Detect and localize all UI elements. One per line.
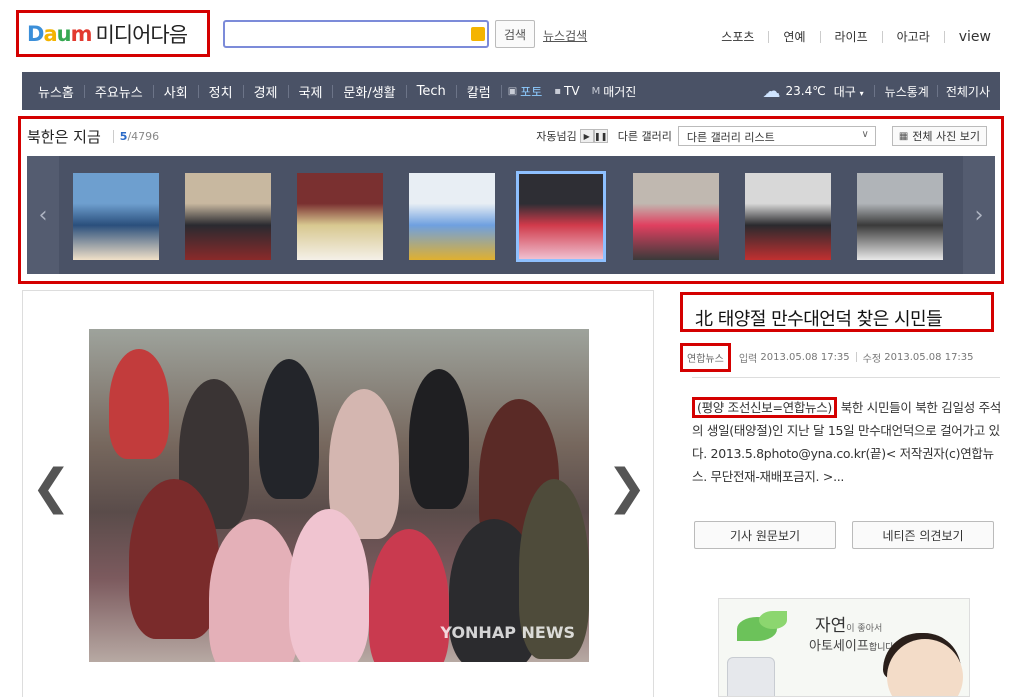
article-meta: 연합뉴스 입력 2013.05.08 17:35 수정 2013.05.08 1… — [680, 342, 1000, 372]
gallery-thumbnail[interactable] — [743, 171, 833, 262]
article-byline: (평양 조선신보=연합뉴스) — [692, 397, 838, 418]
view-original-button[interactable]: 기사 원문보기 — [694, 521, 836, 549]
nav-sub-photo[interactable]: ▣ 포토 — [502, 83, 549, 100]
news-stats-link[interactable]: 뉴스통계 — [885, 83, 929, 100]
weather-city[interactable]: 대구 ▾ — [834, 83, 864, 100]
grid-icon: ▦ — [898, 130, 909, 142]
header: Daum 미디어다음 검색 뉴스검색 스포츠 연예 라이프 아고라 view — [0, 0, 1017, 70]
top-link-life[interactable]: 라이프 — [835, 28, 868, 45]
photo-panel: ❮ YONHAP NEWS ❯ — [22, 290, 654, 697]
netizen-comments-button[interactable]: 네티즌 의견보기 — [852, 521, 994, 549]
magazine-icon: M — [591, 85, 601, 97]
gallery-thumbnail[interactable] — [516, 171, 606, 262]
other-gallery-label: 다른 갤러리 — [617, 130, 672, 143]
nav-item-top-news[interactable]: 주요뉴스 — [85, 82, 153, 101]
logo-media-text: 미디어다음 — [95, 22, 188, 47]
ad-title: 자연이 좋아서 — [815, 616, 883, 636]
chevron-down-icon: ▾ — [859, 88, 864, 98]
modified-time: 2013.05.08 17:35 — [884, 351, 974, 363]
article-title: 北 태양절 만수대언덕 찾은 시민들 — [680, 292, 994, 332]
advertisement[interactable]: 자연이 좋아서 아토세이프합니다 — [718, 598, 970, 697]
top-link-view[interactable]: view — [959, 29, 991, 45]
strip-next-arrow[interactable]: › — [963, 156, 995, 274]
nav-item-economy[interactable]: 경제 — [244, 82, 288, 101]
photo-watermark: YONHAP NEWS — [440, 623, 575, 642]
search-button[interactable]: 검색 — [495, 20, 535, 48]
chevron-down-icon: ∨ — [861, 129, 869, 140]
nav-item-society[interactable]: 사회 — [154, 82, 198, 101]
gallery-thumbnail[interactable] — [631, 171, 721, 262]
gallery-counter: 5/4796 — [112, 129, 159, 143]
nav-sub-magazine[interactable]: M 매거진 — [586, 83, 643, 100]
press-name[interactable]: 연합뉴스 — [680, 342, 731, 372]
nav-item-news-home[interactable]: 뉴스홈 — [28, 82, 84, 101]
modified-label: 수정 — [862, 353, 882, 365]
all-articles-link[interactable]: 전체기사 — [946, 83, 990, 100]
leaf-icon — [759, 611, 787, 629]
category-nav: 뉴스홈 주요뉴스 사회 정치 경제 국제 문화/생활 Tech 칼럼 ▣ 포토 … — [22, 72, 1000, 110]
nav-sub-tv[interactable]: ▪ TV — [548, 84, 585, 98]
top-link-sports[interactable]: 스포츠 — [721, 28, 754, 45]
nav-item-tech[interactable]: Tech — [407, 84, 456, 99]
top-link-entertainment[interactable]: 연예 — [783, 28, 805, 45]
gallery-header: 북한은 지금 5/4796 자동넘김 ▶ ❚❚ 다른 갤러리 다른 갤러리 리스… — [21, 119, 1001, 153]
nav-item-column[interactable]: 칼럼 — [457, 82, 501, 101]
news-search-link[interactable]: 뉴스검색 — [543, 27, 587, 44]
weather-temp: 23.4℃ — [785, 84, 826, 98]
photo-next-arrow[interactable]: ❯ — [607, 459, 647, 515]
camera-icon: ▣ — [507, 85, 518, 97]
nav-item-culture[interactable]: 문화/생활 — [333, 82, 405, 101]
nav-right: ☁ 23.4℃ 대구 ▾ 뉴스통계 전체기사 — [763, 81, 1000, 102]
weather-cloud-icon: ☁ — [762, 80, 781, 102]
daum-logo[interactable]: Daum 미디어다음 — [16, 10, 210, 57]
top-nav: 스포츠 연예 라이프 아고라 view — [721, 28, 991, 45]
search-input[interactable] — [223, 20, 489, 48]
gallery-title: 북한은 지금 — [27, 127, 101, 146]
photo-prev-arrow[interactable]: ❮ — [31, 459, 71, 515]
ad-brand: 아토세이프합니다 — [809, 639, 894, 654]
gallery-thumbnail[interactable] — [855, 171, 945, 262]
article-buttons: 기사 원문보기 네티즌 의견보기 — [694, 521, 994, 549]
gallery-thumbnail[interactable] — [295, 171, 385, 262]
input-label: 입력 — [738, 353, 758, 365]
photo-gallery: 북한은 지금 5/4796 자동넘김 ▶ ❚❚ 다른 갤러리 다른 갤러리 리스… — [18, 116, 1004, 284]
gallery-select[interactable]: 다른 갤러리 리스트 ∨ — [677, 126, 876, 146]
play-icon[interactable]: ▶ — [579, 129, 594, 143]
autoplay-control: 자동넘김 ▶ ❚❚ — [536, 128, 608, 144]
logo-daum: Daum — [27, 21, 92, 46]
nav-item-world[interactable]: 국제 — [289, 82, 333, 101]
article-body: (평양 조선신보=연합뉴스) 북한 시민들이 북한 김일성 주석의 생일(태양절… — [692, 396, 1002, 488]
search-dropdown-icon[interactable] — [471, 27, 485, 41]
input-time: 2013.05.08 17:35 — [760, 351, 850, 363]
strip-prev-arrow[interactable]: ‹ — [27, 156, 59, 274]
tv-icon: ▪ — [554, 85, 562, 97]
gallery-thumbnail[interactable] — [71, 171, 161, 262]
gallery-thumbnail[interactable] — [407, 171, 497, 262]
gallery-thumbnail[interactable] — [183, 171, 273, 262]
main-photo[interactable]: YONHAP NEWS — [89, 329, 589, 662]
pause-icon[interactable]: ❚❚ — [593, 129, 608, 143]
thumbnail-strip: ‹ › — [27, 156, 995, 274]
ad-product-image — [727, 657, 775, 696]
article-panel: 北 태양절 만수대언덕 찾은 시민들 연합뉴스 입력 2013.05.08 17… — [680, 290, 1002, 697]
all-photos-button[interactable]: ▦ 전체 사진 보기 — [891, 126, 987, 146]
nav-item-politics[interactable]: 정치 — [199, 82, 243, 101]
top-link-agora[interactable]: 아고라 — [897, 28, 930, 45]
autoplay-label: 자동넘김 — [536, 130, 577, 143]
